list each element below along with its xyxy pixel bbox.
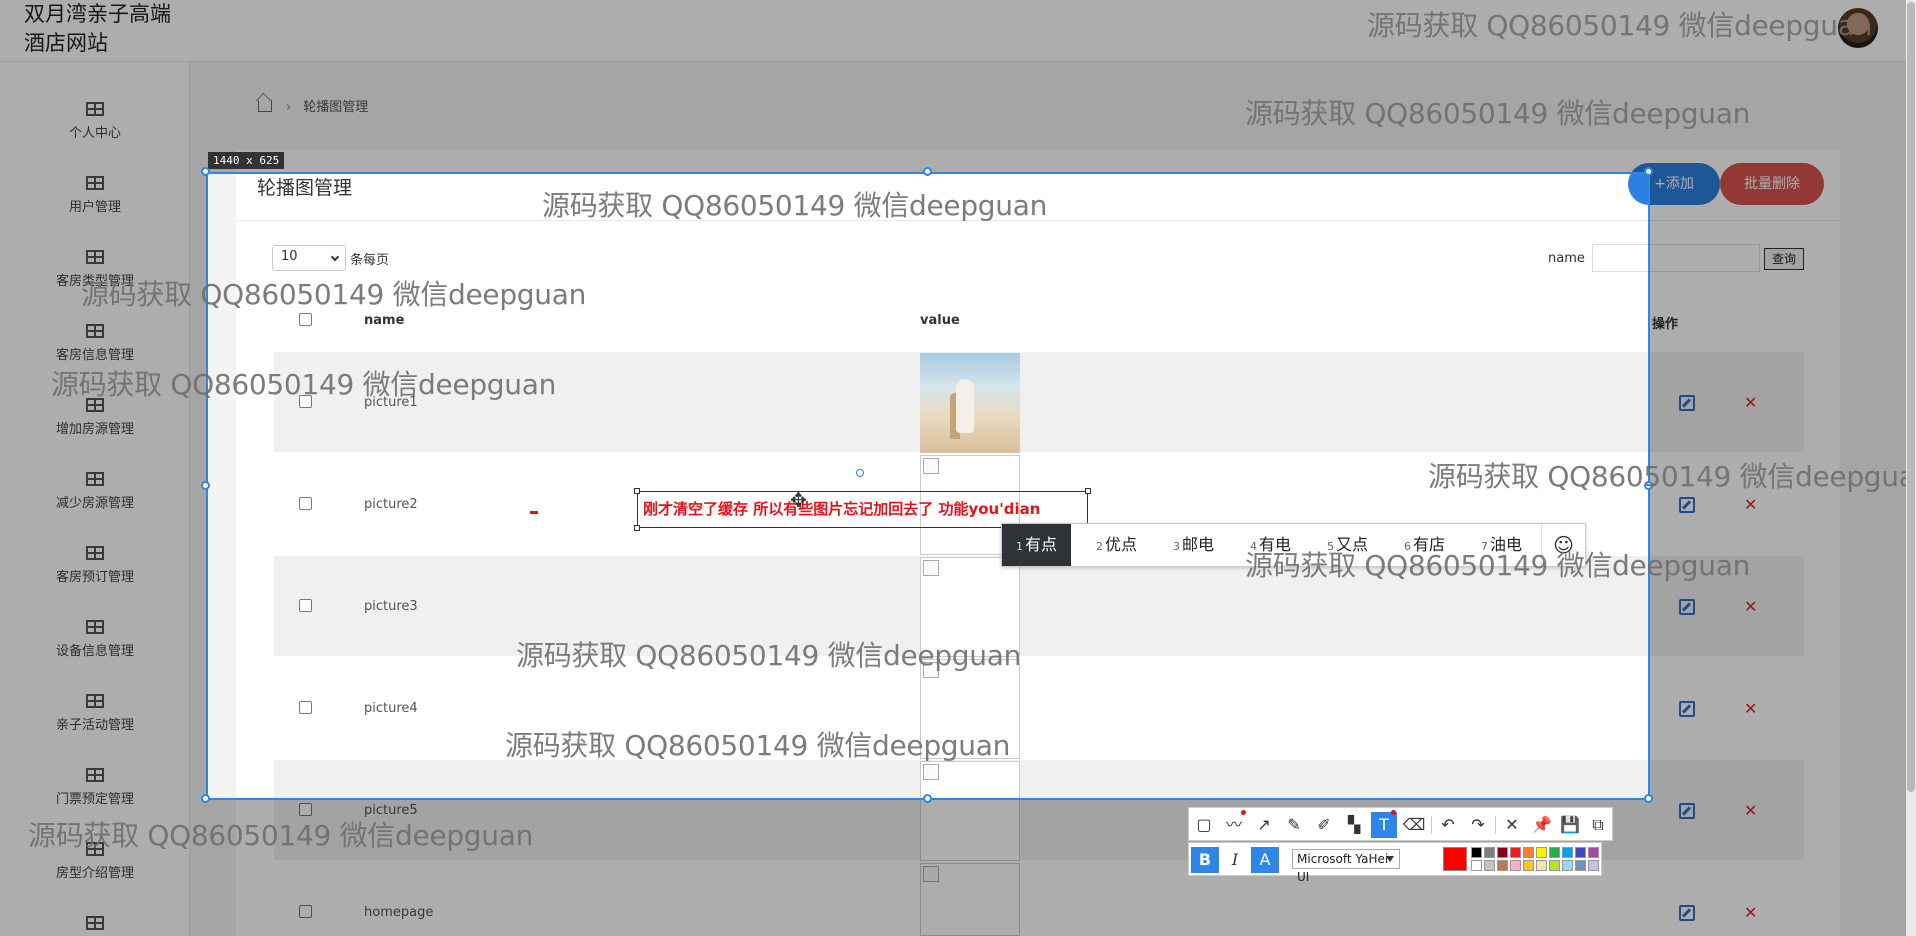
pin-icon[interactable]: 📌 [1529, 812, 1555, 838]
resize-handle[interactable] [1644, 167, 1653, 176]
indicator-dot [1391, 810, 1396, 815]
watermark: 源码获取 QQ86050149 微信deepguan [1428, 460, 1916, 493]
candidate-text: 有点 [1025, 535, 1058, 554]
color-swatch[interactable] [1484, 860, 1495, 871]
color-swatch[interactable] [1549, 847, 1560, 858]
color-swatch[interactable] [1588, 847, 1599, 858]
ime-candidate[interactable]: 3 邮电 [1173, 524, 1214, 566]
resize-handle[interactable] [1644, 794, 1653, 803]
eraser-icon[interactable]: ⌫ [1401, 812, 1427, 838]
color-swatch[interactable] [1575, 860, 1586, 871]
selection-size-label: 1440 x 625 [208, 152, 285, 169]
text-icon[interactable]: T [1371, 810, 1397, 838]
color-swatch[interactable] [1523, 860, 1534, 871]
pencil-icon[interactable]: ✎ [1281, 812, 1307, 838]
textbox-handle[interactable] [634, 525, 640, 531]
color-swatch[interactable] [1588, 860, 1599, 871]
candidate-text: 邮电 [1182, 535, 1215, 554]
close-icon[interactable]: ✕ [1499, 812, 1525, 838]
resize-handle[interactable] [923, 794, 932, 803]
watermark: 源码获取 QQ86050149 微信deepguan [542, 189, 1048, 222]
current-color-swatch[interactable] [1443, 847, 1467, 871]
indicator-dot [1241, 810, 1246, 815]
chevron-down-icon [1386, 856, 1394, 862]
scrollbar-thumb[interactable] [1907, 2, 1915, 792]
color-swatch[interactable] [1510, 847, 1521, 858]
color-swatch[interactable] [1549, 860, 1560, 871]
watermark: 源码获取 QQ86050149 微信deepguan [51, 368, 557, 401]
candidate-index: 1 [1016, 540, 1023, 553]
color-swatch[interactable] [1471, 847, 1482, 858]
copy-icon[interactable]: ⧉ [1585, 812, 1611, 838]
rectangle-icon[interactable]: ▢ [1191, 812, 1217, 838]
candidate-index: 3 [1173, 540, 1180, 553]
italic-icon[interactable]: I [1221, 847, 1249, 873]
mosaic-icon[interactable]: ▚ [1341, 812, 1367, 838]
undo-icon[interactable]: ↶ [1435, 812, 1461, 838]
watermark: 源码获取 QQ86050149 微信deepguan [1245, 97, 1751, 130]
ime-candidate[interactable]: 1 有点 [1002, 524, 1072, 566]
annotation-mark [530, 511, 538, 514]
watermark: 源码获取 QQ86050149 微信deepguan [81, 278, 587, 311]
watermark: 源码获取 QQ86050149 微信deepguan [1245, 549, 1751, 582]
textbox-handle[interactable] [1085, 488, 1091, 494]
arrow-icon[interactable]: ↗ [1251, 812, 1277, 838]
color-swatch[interactable] [1536, 860, 1547, 871]
bold-icon[interactable]: B [1191, 847, 1219, 873]
ime-candidate[interactable]: 2 优点 [1096, 524, 1137, 566]
candidate-index: 2 [1096, 540, 1103, 553]
redo-icon[interactable]: ↷ [1465, 812, 1491, 838]
separator [1495, 816, 1496, 834]
color-swatch[interactable] [1562, 860, 1573, 871]
resize-handle[interactable] [201, 794, 210, 803]
color-swatch[interactable] [1510, 860, 1521, 871]
resize-handle[interactable] [201, 481, 210, 490]
save-icon[interactable]: 💾 [1557, 812, 1583, 838]
resize-handle[interactable] [201, 167, 210, 176]
color-swatch[interactable] [1497, 860, 1508, 871]
watermark: 源码获取 QQ86050149 微信deepguan [28, 819, 534, 852]
color-swatch[interactable] [1523, 847, 1534, 858]
annotation-toolbar: ▢ 〰 ↗ ✎ ✐ ▚ T ⌫ ↶ ↷ ✕ 📌 💾 ⧉ [1188, 807, 1613, 841]
polyline-icon[interactable]: 〰 [1221, 810, 1247, 838]
color-swatch[interactable] [1562, 847, 1573, 858]
annotation-text[interactable]: 刚才清空了缓存 所以有些图片忘记加回去了 功能you'dian [643, 498, 1040, 519]
color-swatch[interactable] [1575, 847, 1586, 858]
textbox-handle[interactable] [634, 488, 640, 494]
resize-handle[interactable] [923, 167, 932, 176]
dim-overlay [0, 172, 206, 800]
move-cursor-icon: ✥ [790, 488, 807, 512]
separator [1431, 816, 1432, 834]
candidate-text: 优点 [1105, 535, 1138, 554]
font-color-icon[interactable]: A [1251, 847, 1279, 873]
watermark: 源码获取 QQ86050149 微信deepguan [1367, 9, 1873, 42]
font-family-select[interactable]: Microsoft YaHei UI [1292, 849, 1400, 884]
color-swatch[interactable] [1497, 847, 1508, 858]
color-swatch[interactable] [1536, 847, 1547, 858]
anchor-dot[interactable] [856, 469, 864, 477]
scrollbar[interactable] [1906, 0, 1916, 936]
color-swatch[interactable] [1484, 847, 1495, 858]
watermark: 源码获取 QQ86050149 微信deepguan [516, 639, 1022, 672]
watermark: 源码获取 QQ86050149 微信deepguan [505, 729, 1011, 762]
color-swatch[interactable] [1471, 860, 1482, 871]
marker-icon[interactable]: ✐ [1311, 812, 1337, 838]
